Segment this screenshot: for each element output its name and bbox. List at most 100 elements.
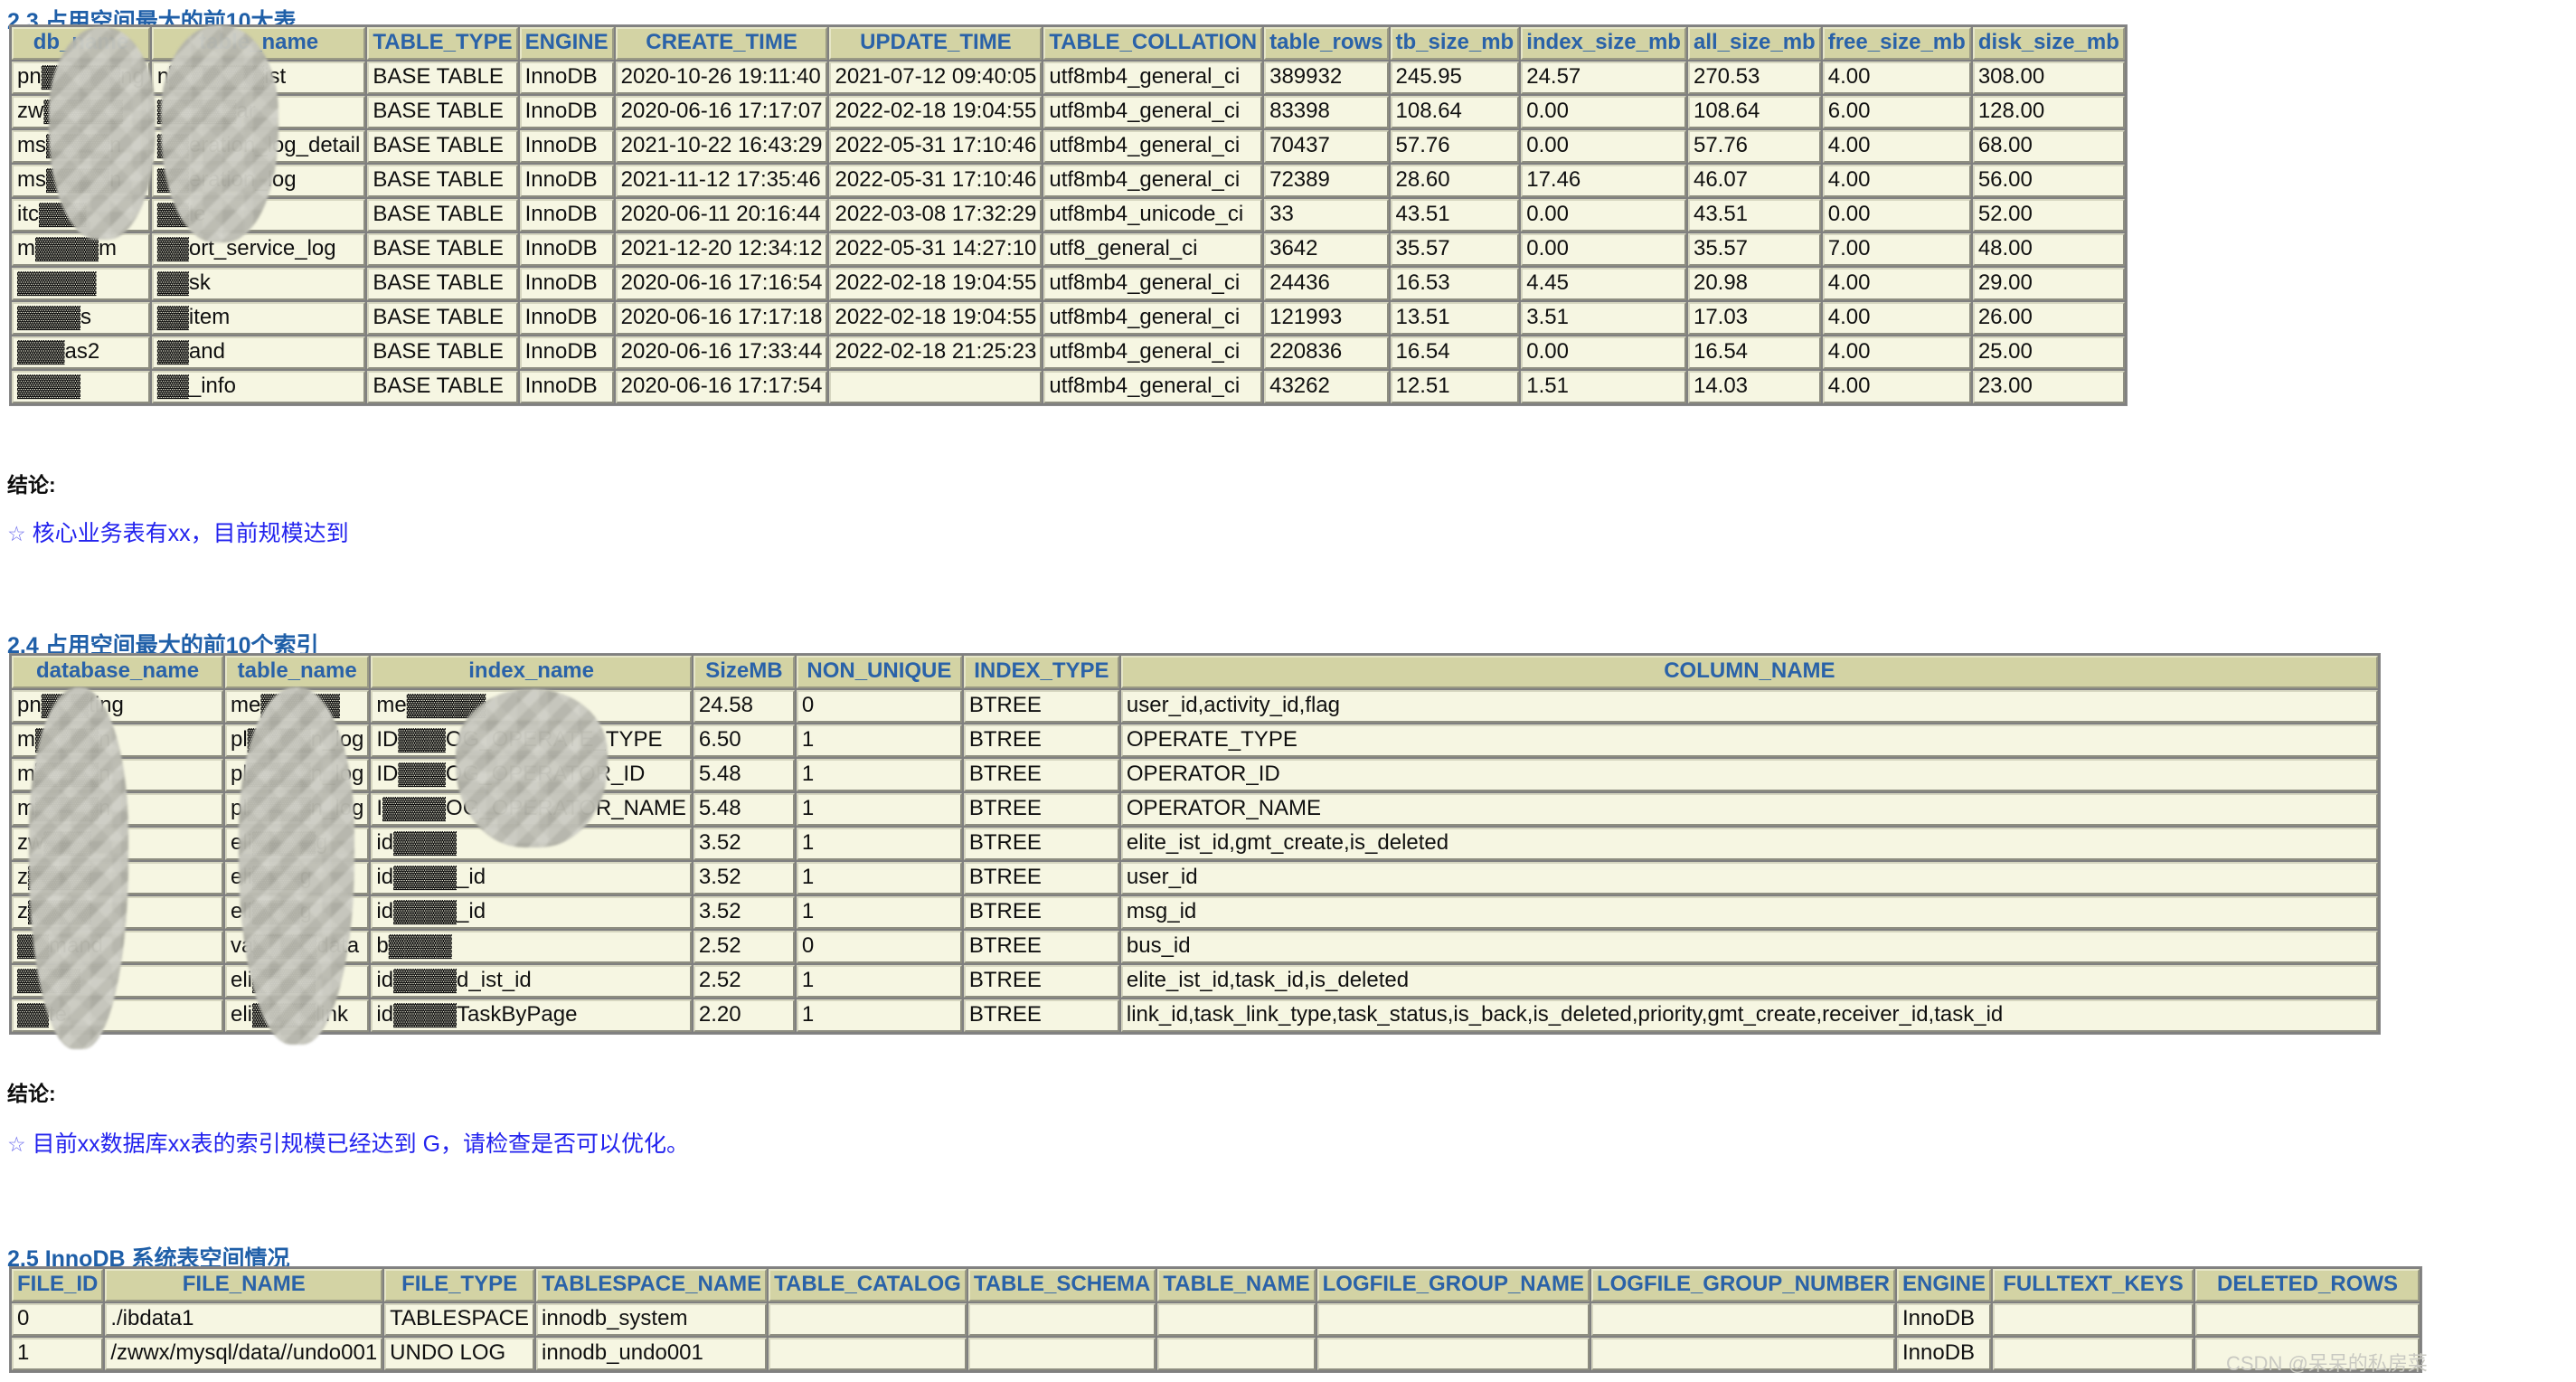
cell-index-type: BTREE [963, 965, 1119, 998]
cell-tb-size-mb: 16.54 [1390, 336, 1520, 369]
cell-table-name: ▓▓and [151, 336, 366, 369]
table-row: itc▓▓▓ ▓▓le BASE TABLE InnoDB 2020-06-11 20:… [12, 199, 2125, 232]
cell-database-name: z▓▓▓▓ [12, 896, 223, 929]
cell-update-time: 2021-07-12 09:40:05 [829, 62, 1043, 94]
cell-table-rows: 220836 [1264, 336, 1389, 369]
cell-database-name: pn▓▓▓ting [12, 690, 223, 723]
cell-database-name: m▓▓▓▓n [12, 724, 223, 757]
cell-tb-size-mb: 245.95 [1390, 62, 1520, 94]
cell-engine: InnoDB [519, 371, 614, 403]
cell-database-name: zw▓▓▓ [12, 828, 223, 860]
star-icon: ☆ [7, 1132, 26, 1156]
column-header-table-catalog: TABLE_CATALOG [769, 1269, 967, 1302]
cell-index-name: id▓▓▓▓d_ist_id [371, 965, 692, 998]
column-header-index-type: INDEX_TYPE [963, 656, 1119, 688]
cell-tb-size-mb: 57.76 [1390, 130, 1520, 163]
cell-disk-size-mb: 68.00 [1972, 130, 2125, 163]
cell-table-name: pl▓▓▓▓n_log [225, 759, 370, 791]
table-top10-tables: db_name table_name TABLE_TYPE ENGINE CREATE_… [9, 24, 2128, 406]
cell-all-size-mb: 16.54 [1687, 336, 1821, 369]
cell-free-size-mb: 4.00 [1822, 62, 1971, 94]
cell-create-time: 2021-10-22 16:43:29 [615, 130, 828, 163]
cell-index-type: BTREE [963, 862, 1119, 895]
table-row: m▓▓▓▓n pl▓▓▓▓n_log ID▓▓▓OG_OPERATOR_ID 5.48… [12, 759, 2378, 791]
cell-table-type: BASE TABLE [367, 233, 518, 266]
cell-non-unique: 1 [796, 965, 962, 998]
cell-tb-size-mb: 43.51 [1390, 199, 1520, 232]
cell-update-time: 2022-05-31 17:10:46 [829, 130, 1043, 163]
table-row: zw▓▓▓ eli▓▓▓▓g id▓▓▓▓ 3.52 1 BTREE elite_ist_i… [12, 828, 2378, 860]
table-top10-indexes: database_name table_name index_name SizeMB N… [9, 653, 2381, 1035]
table-row: ▓▓te eli▓▓▓▓link id▓▓▓▓TaskByPage 2.20 1 BTRE… [12, 999, 2378, 1032]
conclusion-text-2-4: 目前xx数据库xx表的索引规模已经达到 G，请检查是否可以优化。 [32, 1131, 690, 1157]
cell-db-name: ▓▓▓▓ [12, 371, 150, 403]
cell-index-size-mb: 0.00 [1521, 96, 1686, 128]
table-top10-indexes-wrap: database_name table_name index_name SizeMB N… [9, 653, 2381, 1035]
column-header-file-type: FILE_TYPE [384, 1269, 535, 1302]
column-header-engine: ENGINE [519, 27, 614, 60]
cell-free-size-mb: 4.00 [1822, 165, 1971, 197]
cell-database-name: m▓▓▓▓n [12, 793, 223, 826]
cell-all-size-mb: 270.53 [1687, 62, 1821, 94]
cell-table-name: me▓▓▓▓▓ [225, 690, 370, 723]
cell-all-size-mb: 108.64 [1687, 96, 1821, 128]
cell-disk-size-mb: 128.00 [1972, 96, 2125, 128]
cell-disk-size-mb: 48.00 [1972, 233, 2125, 266]
cell-table-collation: utf8mb4_general_ci [1043, 96, 1263, 128]
column-header-index-name: index_name [371, 656, 692, 688]
column-header-logfile-group-number: LOGFILE_GROUP_NUMBER [1590, 1269, 1895, 1302]
cell-index-size-mb: 0.00 [1521, 233, 1686, 266]
cell-table-catalog [769, 1338, 967, 1370]
conclusion-label-2-4: 结论: [7, 1082, 56, 1105]
cell-db-name: ms▓▓▓▓n [12, 165, 150, 197]
table-innodb-sys-tablespaces: FILE_ID FILE_NAME FILE_TYPE TABLESPACE_NAME… [9, 1266, 2423, 1373]
table-innodb-sys-tablespaces-wrap: FILE_ID FILE_NAME FILE_TYPE TABLESPACE_NAME… [9, 1266, 2423, 1373]
cell-file-id: 0 [12, 1303, 104, 1336]
cell-column-name: elite_ist_id,task_id,is_deleted [1120, 965, 2378, 998]
table-header-row: database_name table_name index_name SizeMB N… [12, 656, 2378, 688]
cell-logfile-group-number [1590, 1303, 1895, 1336]
column-header-create-time: CREATE_TIME [615, 27, 828, 60]
cell-create-time: 2020-06-16 17:17:54 [615, 371, 828, 403]
cell-index-name: me▓▓▓▓▓ [371, 690, 692, 723]
cell-table-name: pl▓▓▓▓n_log [225, 724, 370, 757]
cell-index-size-mb: 0.00 [1521, 336, 1686, 369]
cell-index-name: b▓▓▓▓ [371, 931, 692, 963]
column-header-free-size-mb: free_size_mb [1822, 27, 1971, 60]
cell-index-name: id▓▓▓▓TaskByPage [371, 999, 692, 1032]
cell-disk-size-mb: 25.00 [1972, 336, 2125, 369]
cell-index-type: BTREE [963, 724, 1119, 757]
cell-non-unique: 1 [796, 999, 962, 1032]
cell-disk-size-mb: 23.00 [1972, 371, 2125, 403]
cell-logfile-group-name [1316, 1338, 1590, 1370]
cell-engine: InnoDB [519, 199, 614, 232]
cell-table-collation: utf8_general_ci [1043, 233, 1263, 266]
cell-db-name: ▓▓▓▓s [12, 302, 150, 335]
cell-engine: InnoDB [519, 336, 614, 369]
cell-all-size-mb: 57.76 [1687, 130, 1821, 163]
cell-table-name: ▓▓item [151, 302, 366, 335]
cell-column-name: user_id,activity_id,flag [1120, 690, 2378, 723]
table-row: z▓▓▓▓ eli▓▓▓g id▓▓▓▓_id 3.52 1 BTREE msg_id [12, 896, 2378, 929]
column-header-index-size-mb: index_size_mb [1521, 27, 1686, 60]
cell-database-name: ▓▓te [12, 999, 223, 1032]
column-header-column-name: COLUMN_NAME [1120, 656, 2378, 688]
cell-table-collation: utf8mb4_unicode_ci [1043, 199, 1263, 232]
cell-database-name: ▓▓▓▓ [12, 965, 223, 998]
cell-table-name: ▓▓▓▓▓ar [151, 96, 366, 128]
cell-tablespace-name: innodb_undo001 [536, 1338, 768, 1370]
cell-column-name: user_id [1120, 862, 2378, 895]
cell-index-size-mb: 1.51 [1521, 371, 1686, 403]
cell-table-name: eli▓▓▓▓g [225, 828, 370, 860]
cell-deleted-rows [2195, 1303, 2420, 1336]
cell-table-collation: utf8mb4_general_ci [1043, 130, 1263, 163]
cell-all-size-mb: 35.57 [1687, 233, 1821, 266]
cell-table-rows: 43262 [1264, 371, 1389, 403]
cell-table-collation: utf8mb4_general_ci [1043, 268, 1263, 300]
cell-index-size-mb: 0.00 [1521, 130, 1686, 163]
table-row: pn▓▓▓ting me▓▓▓▓▓ me▓▓▓▓▓ 24.58 0 BTREE user_i… [12, 690, 2378, 723]
cell-non-unique: 1 [796, 759, 962, 791]
cell-create-time: 2021-11-12 17:35:46 [615, 165, 828, 197]
cell-db-name: ▓▓▓as2 [12, 336, 150, 369]
column-header-deleted-rows: DELETED_ROWS [2195, 1269, 2420, 1302]
